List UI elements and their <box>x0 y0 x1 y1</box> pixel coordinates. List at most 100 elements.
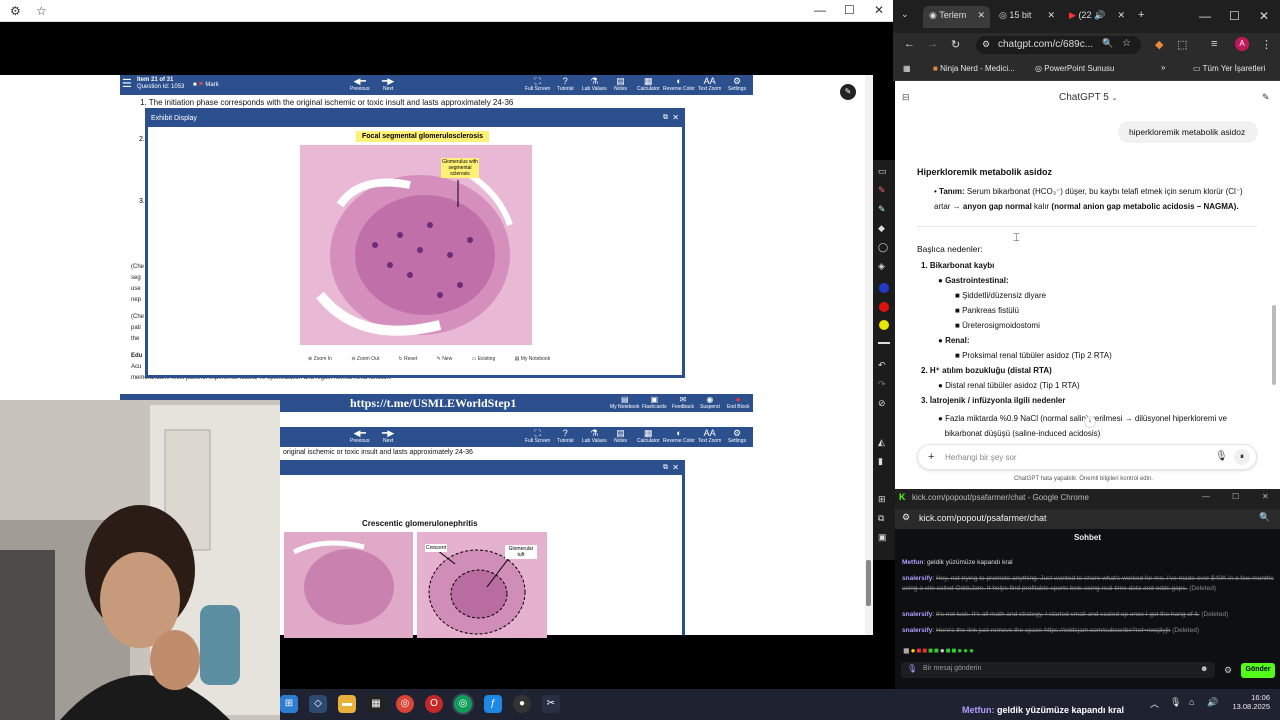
lab-values-button[interactable]: ⚗ Lab Values <box>582 76 607 92</box>
maximize-icon[interactable]: ☐ <box>1232 492 1239 501</box>
chat-username[interactable]: snalersify <box>902 611 932 618</box>
site-info-icon[interactable]: ⚙ <box>982 39 990 50</box>
zoom-out-button[interactable]: ⊖ Zoom Out <box>351 356 388 362</box>
chrome-icon[interactable]: ◎ <box>396 695 414 713</box>
extension-icon[interactable]: ◆ <box>1155 38 1163 51</box>
avatar[interactable]: A <box>1235 37 1249 51</box>
screenshot-icon[interactable]: ▣ <box>878 532 887 543</box>
bookmark-all[interactable]: ▭ Tüm Yer İşaretleri <box>1193 64 1265 73</box>
chrome-profile-icon[interactable]: ◎ <box>454 695 472 713</box>
existing-button[interactable]: ▭ Existing <box>472 356 505 362</box>
forward-icon[interactable]: → <box>927 38 938 50</box>
close-icon[interactable]: ✕ <box>977 10 985 21</box>
pen-icon[interactable]: ✎ <box>878 185 886 196</box>
calculator-button[interactable]: ▦ Calculator <box>637 428 660 444</box>
star-icon[interactable]: ☆ <box>1122 38 1131 49</box>
close-icon[interactable]: ✕ <box>1047 10 1055 21</box>
pen-icon[interactable]: ✎ <box>840 84 856 100</box>
snipping-icon[interactable]: ✂ <box>542 695 560 713</box>
feedback-button[interactable]: ✉ Feedback <box>672 395 694 410</box>
reverse-color-button[interactable]: ◐ Reverse Color <box>663 76 695 92</box>
apps-icon[interactable]: ▦ <box>903 64 911 73</box>
my-notebook-button[interactable]: ▤ My Notebook <box>515 356 560 362</box>
eraser-icon[interactable]: ◆ <box>878 223 885 234</box>
volume-icon[interactable]: 🔊 <box>1207 697 1218 708</box>
color-yellow[interactable] <box>879 320 889 330</box>
flashcards-button[interactable]: ▣ Flashcards <box>642 395 666 410</box>
close-icon[interactable]: ✕ <box>672 463 679 472</box>
scrollbar-thumb[interactable] <box>1272 305 1276 385</box>
star-icon[interactable]: ☆ <box>36 4 47 18</box>
fill-icon[interactable]: ◈ <box>878 261 885 272</box>
chat-username[interactable]: Metfun <box>902 559 923 566</box>
model-selector[interactable]: ChatGPT 5 ⌄ <box>1059 92 1118 103</box>
zoom-icon[interactable]: 🔍 <box>1102 38 1113 49</box>
highlighter-icon[interactable]: ✎ <box>878 204 886 215</box>
tutorial-button[interactable]: ? Tutorial <box>557 76 574 92</box>
tab-search-icon[interactable]: ⌄ <box>901 9 909 20</box>
full-screen-button[interactable]: ⛶ Full Screen <box>525 428 550 444</box>
redo-icon[interactable]: ↷ <box>878 379 886 390</box>
end-block-button[interactable]: ● End Block <box>727 395 750 410</box>
previous-button[interactable]: ◀━ Previous <box>350 76 369 92</box>
mic-icon[interactable]: 🎙 <box>1170 697 1181 708</box>
notes-button[interactable]: ▤ Notes <box>614 428 627 444</box>
mic-icon[interactable]: 🎙 <box>907 664 917 673</box>
next-button[interactable]: ━▶ Next <box>382 428 394 444</box>
new-button[interactable]: ✎ New <box>437 356 462 362</box>
chevron-right-icon[interactable]: » <box>1161 63 1165 72</box>
settings-icon[interactable]: ⚙ <box>10 4 21 18</box>
sidebar-toggle-icon[interactable]: ⊟ <box>902 92 910 103</box>
full-screen-button[interactable]: ⛶ Full Screen <box>525 76 550 92</box>
undo-icon[interactable]: ↶ <box>878 360 886 371</box>
plus-icon[interactable]: + <box>928 451 934 463</box>
chevron-up-icon[interactable]: ︿ <box>1150 697 1159 710</box>
mic-icon[interactable]: 🎙 <box>1215 451 1228 462</box>
close-icon[interactable]: ✕ <box>1259 9 1269 23</box>
text-zoom-button[interactable]: AA Text Zoom <box>698 76 721 92</box>
marker-icon[interactable]: ▮ <box>878 456 883 467</box>
tab-15-bit[interactable]: ◎ 15 bit ✕ <box>993 6 1060 28</box>
voice-mode-icon[interactable]: ⏸ <box>1234 449 1250 465</box>
suspend-button[interactable]: ◉ Suspend <box>700 395 720 410</box>
grid-icon[interactable]: ⊞ <box>878 494 886 505</box>
reload-icon[interactable]: ↻ <box>951 38 960 51</box>
clear-icon[interactable]: ⊘ <box>878 398 886 409</box>
reverse-color-button[interactable]: ◐ Reverse Color <box>663 428 695 444</box>
close-icon[interactable]: ✕ <box>874 3 884 17</box>
media-icon[interactable]: ≡ <box>1211 38 1217 50</box>
back-icon[interactable]: ← <box>904 38 915 50</box>
chat-username[interactable]: snalersify <box>902 627 932 634</box>
emote-row[interactable]: ◼●■■■■●■■●●● <box>903 646 975 655</box>
reset-button[interactable]: ↻ Reset <box>399 356 427 362</box>
close-icon[interactable]: ✕ <box>1262 492 1269 501</box>
next-button[interactable]: ━▶ Next <box>382 76 394 92</box>
close-icon[interactable]: ✕ <box>672 113 679 122</box>
app-icon[interactable]: ƒ <box>484 695 502 713</box>
chat-input[interactable]: + Herhangi bir şey sor 🎙 ⏸ <box>917 444 1257 470</box>
maximize-icon[interactable]: ⧉ <box>663 464 668 472</box>
network-icon[interactable]: ⌂ <box>1189 697 1194 707</box>
maximize-icon[interactable]: ☐ <box>1229 9 1240 23</box>
minimize-icon[interactable]: — <box>814 3 826 17</box>
notes-button[interactable]: ▤ Notes <box>614 76 627 92</box>
scrollbar-thumb[interactable] <box>866 560 871 606</box>
emoji-icon[interactable]: ☻ <box>1200 664 1208 673</box>
chat-username[interactable]: snalersify <box>902 575 932 582</box>
shape-icon[interactable]: ◭ <box>878 437 885 448</box>
file-explorer-icon[interactable]: ▬ <box>338 695 356 713</box>
stroke-width[interactable] <box>878 342 890 344</box>
menu-icon[interactable]: ☰ <box>122 77 132 90</box>
histology-image[interactable] <box>300 145 532 345</box>
calculator-button[interactable]: ▦ Calculator <box>637 76 660 92</box>
tab-terlem[interactable]: ◉ Terlem ✕ <box>923 6 990 28</box>
screen-icon[interactable]: ▭ <box>878 166 887 177</box>
copy-icon[interactable]: ⧉ <box>878 513 884 524</box>
opera-icon[interactable]: O <box>425 695 443 713</box>
zoom-icon[interactable]: 🔍 <box>1259 512 1270 523</box>
maximize-icon[interactable]: ⧉ <box>663 114 668 122</box>
lasso-icon[interactable]: ◯ <box>878 242 888 253</box>
send-button[interactable]: Gönder <box>1241 663 1275 678</box>
kick-message-input[interactable]: 🎙 Bir mesaj gönderin ☻ <box>901 662 1215 678</box>
start-icon[interactable]: ⊞ <box>280 695 298 713</box>
